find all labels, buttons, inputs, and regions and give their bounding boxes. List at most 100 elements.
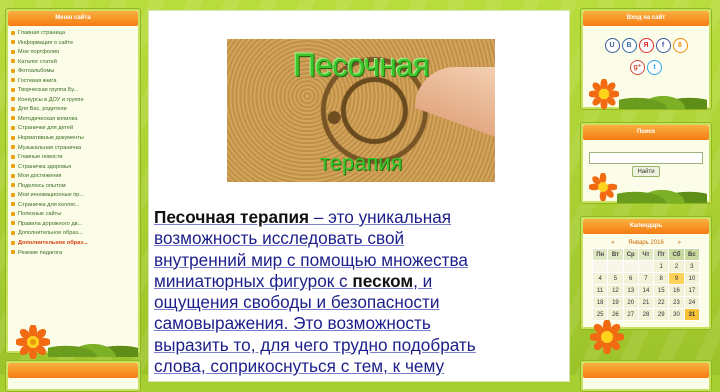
calendar-day[interactable]: 14 xyxy=(637,284,655,297)
calendar-day[interactable]: 31 xyxy=(683,308,701,321)
calendar-day[interactable]: 6 xyxy=(622,272,639,285)
calendar-day[interactable]: 26 xyxy=(607,308,624,321)
menu-item[interactable]: Правила дорожного дв... xyxy=(11,220,140,230)
article-fragment: , и xyxy=(413,270,433,291)
calendar-day[interactable]: 12 xyxy=(607,284,624,297)
menu-item[interactable]: Полезные сайты xyxy=(11,210,140,220)
menu-item[interactable]: Мои инновационные пр... xyxy=(11,191,140,201)
social-login-icon[interactable]: t xyxy=(647,60,662,75)
article-line[interactable]: Песочная терапия – это уникальная xyxy=(154,207,564,228)
search-input[interactable] xyxy=(589,152,703,164)
calendar-weekday: Вт xyxy=(607,248,624,261)
calendar-day[interactable]: 1 xyxy=(653,260,670,273)
calendar-grid: Пн Вт Ср Чт Пт Сб Вс 1 2 3 4 5 6 7 8 9 10 11 12 13 14 15 16 17 1… xyxy=(591,248,701,321)
calendar-day[interactable]: 13 xyxy=(622,284,639,297)
calendar-day[interactable]: 23 xyxy=(668,296,685,309)
social-login-icon[interactable]: U xyxy=(604,38,620,53)
search-button[interactable]: Найти xyxy=(632,166,660,177)
calendar-day[interactable]: 3 xyxy=(683,260,701,273)
menu-item[interactable]: Гостевая книга xyxy=(11,77,140,87)
article-line[interactable]: ощущения свободы и безопасности xyxy=(154,292,564,313)
menu-item[interactable]: Фотоальбомы xyxy=(11,67,140,77)
login-title: Вход на сайт xyxy=(583,11,709,26)
hero-title: Песочная xyxy=(293,47,430,83)
calendar-empty-cell xyxy=(622,260,639,273)
menu-item[interactable]: Страничка для коллег... xyxy=(11,201,140,211)
article-line[interactable]: слова, соприкоснуться с тем, к чему xyxy=(154,356,564,377)
menu-item[interactable]: Поделюсь опытом xyxy=(11,182,140,192)
calendar-day[interactable]: 8 xyxy=(653,272,670,285)
calendar-day[interactable]: 16 xyxy=(668,284,685,297)
menu-item[interactable]: Мое портфолио xyxy=(11,48,140,58)
article-fragment: – это уникальная xyxy=(309,207,452,227)
calendar-day[interactable]: 11 xyxy=(591,284,609,297)
calendar-day[interactable]: 7 xyxy=(637,272,655,285)
menu-item[interactable]: Дополнительное образ... xyxy=(11,229,140,239)
menu-item[interactable]: Мои достижения xyxy=(11,172,140,182)
calendar-weekday: Сб xyxy=(668,248,685,261)
calendar-day[interactable]: 29 xyxy=(653,308,670,321)
calendar-day[interactable]: 30 xyxy=(668,308,685,321)
social-login-icon[interactable]: B xyxy=(621,38,637,53)
calendar-day[interactable]: 15 xyxy=(653,284,670,297)
social-login-icon[interactable]: Я xyxy=(638,38,654,53)
flower-icon xyxy=(15,324,51,360)
calendar-day[interactable]: 5 xyxy=(607,272,624,285)
menu-item[interactable]: Конкурсы в ДОУ и группе xyxy=(11,96,140,106)
calendar-day[interactable]: 27 xyxy=(622,308,639,321)
calendar-day[interactable]: 22 xyxy=(653,296,670,309)
menu-item[interactable]: Музыкальная страничка xyxy=(11,144,140,154)
menu-item[interactable]: Методическая копилка xyxy=(11,115,140,125)
flower-icon xyxy=(589,319,625,355)
calendar-month-label: Январь 2016 xyxy=(628,240,664,246)
menu-item[interactable]: Главные новости xyxy=(11,153,140,163)
menu-item[interactable]: Нормативные документы xyxy=(11,134,140,144)
calendar-empty-cell xyxy=(591,260,609,273)
social-login-icon[interactable]: 8 xyxy=(672,38,688,53)
social-login-row: g⁺ t xyxy=(581,56,711,75)
menu-item[interactable]: Каталог статей xyxy=(11,58,140,68)
next-month-link[interactable]: » xyxy=(677,240,680,246)
menu-item[interactable]: Главная страница xyxy=(11,29,140,39)
calendar-weekday: Ср xyxy=(622,248,639,261)
flower-icon xyxy=(588,172,618,202)
hero-subtitle: терапия xyxy=(319,150,403,175)
menu-item[interactable]: Информация о сайте xyxy=(11,39,140,49)
calendar-day[interactable]: 17 xyxy=(683,284,701,297)
calendar-day[interactable]: 25 xyxy=(591,308,609,321)
prev-month-link[interactable]: « xyxy=(611,240,614,246)
calendar-day[interactable]: 4 xyxy=(591,272,609,285)
social-login-icon[interactable]: f xyxy=(655,38,671,53)
menu-item[interactable]: Дополнительное образ... xyxy=(11,239,140,249)
calendar-day[interactable]: 28 xyxy=(637,308,655,321)
login-panel: Вход на сайт UBЯf8 g⁺ t xyxy=(580,8,712,110)
calendar-day[interactable]: 18 xyxy=(591,296,609,309)
article-line[interactable]: возможность исследовать свой xyxy=(154,228,564,249)
social-login-icon[interactable]: g⁺ xyxy=(630,60,645,75)
calendar-day[interactable]: 21 xyxy=(637,296,655,309)
menu-item[interactable]: Странички для детей xyxy=(11,124,140,134)
calendar-weekday: Вс xyxy=(683,248,701,261)
calendar-empty-cell xyxy=(637,260,655,273)
menu-item[interactable]: Страничка здоровья xyxy=(11,163,140,173)
flower-icon xyxy=(588,78,620,110)
calendar-day[interactable]: 20 xyxy=(622,296,639,309)
article-line[interactable]: выразить то, для чего трудно подобрать xyxy=(154,335,564,356)
calendar-day[interactable]: 2 xyxy=(668,260,685,273)
calendar-day[interactable]: 9 xyxy=(668,272,685,285)
menu-item[interactable]: Творческая группа Бу... xyxy=(11,86,140,96)
calendar-day[interactable]: 24 xyxy=(683,296,701,309)
calendar-day[interactable]: 10 xyxy=(683,272,701,285)
keyword-sand: Песочная xyxy=(154,207,236,227)
calendar-day[interactable]: 19 xyxy=(607,296,624,309)
sand-therapy-image: Песочная терапия xyxy=(227,39,495,182)
menu-item[interactable]: Резюме педагога xyxy=(11,249,140,259)
calendar-weekday: Пн xyxy=(591,248,609,261)
calendar-panel: Календарь « Январь 2016 » Пн Вт Ср Чт Пт Сб Вс… xyxy=(580,216,712,330)
menu-item[interactable]: Для Вас, родители xyxy=(11,105,140,115)
article-line[interactable]: внутренний мир с помощью множества xyxy=(154,250,564,271)
search-panel: Поиск Найти xyxy=(580,122,712,204)
article-line[interactable]: самовыражения. Это возможность xyxy=(154,313,564,334)
keyword-sand-bold: песком xyxy=(352,270,414,291)
article-line[interactable]: миниатюрных фигурок с песком, и xyxy=(154,271,564,292)
